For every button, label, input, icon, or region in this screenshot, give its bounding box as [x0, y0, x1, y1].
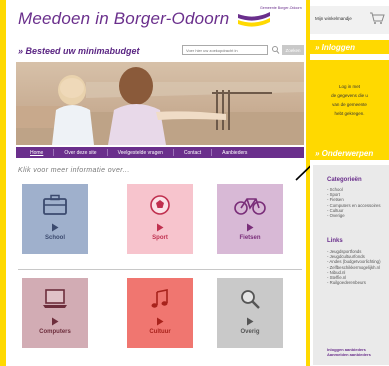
play-arrow-icon [247, 317, 254, 326]
brand-small-text: Gemeente Borger-Odoorn [260, 6, 302, 10]
tile-computers[interactable]: Computers [22, 278, 88, 348]
links-list: - Jeugdsportfonds - Jeugdcultuurfonds - … [327, 249, 381, 285]
municipality-emblem-icon [238, 12, 270, 27]
tile-label: School [44, 235, 65, 241]
play-arrow-icon [52, 223, 59, 232]
tile-label: Sport [152, 235, 168, 241]
site-logo-title[interactable]: Meedoen in Borger-Odoorn [18, 9, 229, 29]
tile-school[interactable]: School [22, 184, 88, 254]
search-input[interactable] [182, 45, 268, 55]
nav-separator [53, 149, 55, 156]
briefcase-icon [43, 194, 67, 215]
login-heading[interactable]: » Inloggen [315, 43, 355, 52]
play-arrow-icon [247, 223, 254, 232]
bicycle-icon [234, 198, 266, 215]
play-arrow-icon [52, 317, 59, 326]
categories-title: Categorieën [327, 177, 362, 183]
nav-contact[interactable]: Contact [184, 150, 201, 156]
tile-label: Overig [240, 329, 260, 335]
hero-photo [16, 62, 304, 145]
tile-fietsen[interactable]: Fietsen [217, 184, 283, 254]
search-button[interactable]: Zoeken [282, 45, 304, 55]
magnifier-icon [241, 290, 260, 309]
sidebar: Mijn winkelmandje » Inloggen Log in met … [310, 0, 389, 366]
tile-overig[interactable]: Overig [217, 278, 283, 348]
nav-separator [172, 149, 174, 156]
page-tagline: » Besteed uw minimabudget [18, 46, 140, 56]
info-prompt: Klik voor meer informatie over... [18, 167, 130, 174]
links-title: Links [327, 238, 343, 244]
tile-cultuur[interactable]: Cultuur [127, 278, 193, 348]
onderwerpen-heading: » Onderwerpen [315, 149, 374, 158]
play-arrow-icon [157, 317, 164, 326]
categories-list: - School - Sport - Fietsen - Computers e… [327, 187, 381, 218]
search-icon[interactable] [271, 45, 280, 55]
tile-sport[interactable]: Sport [127, 184, 193, 254]
cart-label: Mijn winkelmandje [315, 16, 352, 21]
footer-links: Inloggen aanbieders Aanmelden aanbieders [327, 347, 371, 357]
shopping-cart-icon[interactable] [369, 11, 385, 25]
nav-aanbieders[interactable]: Aanbieders [222, 150, 247, 156]
soccer-ball-icon [150, 195, 170, 215]
tile-label: Fietsen [239, 235, 261, 241]
tile-label: Computers [39, 329, 71, 335]
register-providers-link[interactable]: Aanmelden aanbieders [327, 352, 371, 357]
main-column: Meedoen in Borger-Odoorn Gemeente Borger… [6, 0, 306, 366]
main-navigation: Home Over deze site Veelgestelde vragen … [16, 147, 304, 158]
link-item[interactable]: - Ruilgoederenbeurs [327, 280, 381, 285]
tile-divider [18, 269, 302, 270]
login-box: Log in met de gegevens die u van de geme… [310, 60, 389, 146]
login-note: Log in met de gegevens die u van de geme… [331, 84, 368, 116]
play-arrow-icon [157, 223, 164, 232]
nav-home[interactable]: Home [30, 150, 43, 156]
category-item[interactable]: - Overige [327, 213, 381, 218]
nav-over-deze-site[interactable]: Over deze site [64, 150, 96, 156]
music-note-icon [151, 289, 168, 308]
nav-separator [211, 149, 213, 156]
nav-separator [106, 149, 108, 156]
laptop-icon [43, 289, 67, 308]
tile-label: Cultuur [149, 329, 171, 335]
cart-box[interactable]: Mijn winkelmandje [310, 6, 389, 34]
nav-veelgestelde-vragen[interactable]: Veelgestelde vragen [118, 150, 163, 156]
